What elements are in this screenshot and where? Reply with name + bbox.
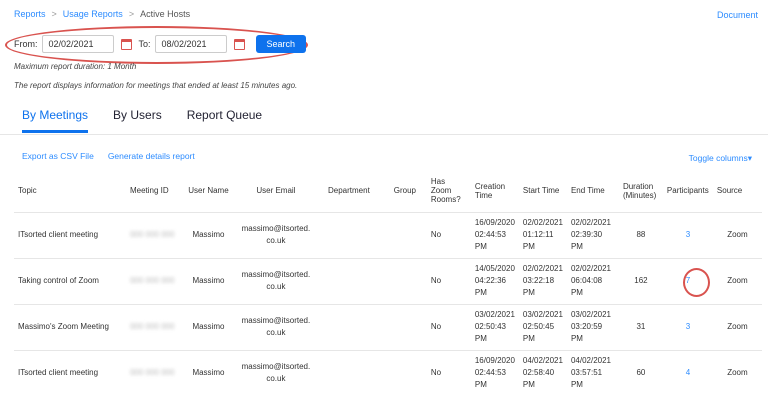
col-header: Duration (Minutes) — [622, 181, 657, 200]
source-cell: Zoom — [712, 211, 762, 258]
participants-link[interactable]: 4 — [662, 349, 713, 396]
breadcrumb-separator: > — [51, 9, 57, 19]
group-cell — [382, 349, 427, 396]
tab-report-queue[interactable]: Report Queue — [187, 108, 262, 133]
zoom-rooms-cell: No — [426, 303, 471, 350]
end-time-cell: 04/02/2021 03:57:51 PM — [566, 349, 619, 396]
topic-cell: ITsorted client meeting — [14, 211, 126, 258]
report-actions: Export as CSV File Generate details repo… — [22, 151, 195, 161]
col-header: Start Time — [522, 186, 560, 196]
participants-link[interactable]: 3 — [662, 211, 713, 258]
tab-by-users[interactable]: By Users — [113, 108, 162, 133]
end-time-cell: 02/02/2021 02:39:30 PM — [566, 211, 619, 258]
calendar-icon[interactable] — [233, 38, 245, 50]
search-button[interactable]: Search — [255, 35, 307, 53]
col-header: User Email — [256, 186, 296, 196]
email-cell: massimo@itsorted.co.uk — [236, 303, 315, 350]
breadcrumb: Reports > Usage Reports > Active Hosts — [14, 9, 190, 19]
breadcrumb-reports[interactable]: Reports — [14, 9, 46, 19]
toggle-columns-link[interactable]: Toggle columns▾ — [689, 153, 752, 164]
department-cell — [314, 349, 383, 396]
email-cell: massimo@itsorted.co.uk — [236, 211, 315, 258]
table-row: ITsorted client meeting 000 000 000 Mass… — [14, 211, 762, 258]
date-filter: From: 02/02/2021 To: 08/02/2021 Search — [14, 35, 307, 53]
col-header: Has Zoom Rooms? — [430, 177, 461, 205]
document-link[interactable]: Document — [717, 10, 758, 20]
duration-cell: 60 — [618, 349, 663, 396]
department-cell — [314, 211, 383, 258]
creation-time-cell: 16/09/2020 02:44:53 PM — [470, 349, 519, 396]
export-csv-link[interactable]: Export as CSV File — [22, 151, 94, 161]
group-cell — [382, 211, 427, 258]
email-cell: massimo@itsorted.co.uk — [236, 349, 315, 396]
creation-time-cell: 16/09/2020 02:44:53 PM — [470, 211, 519, 258]
to-label: To: — [138, 39, 151, 49]
email-cell: massimo@itsorted.co.uk — [236, 257, 315, 304]
calendar-icon[interactable] — [120, 38, 132, 50]
group-cell — [382, 257, 427, 304]
topic-cell: Taking control of Zoom — [14, 257, 126, 304]
table-header-row: Topic Meeting ID User Name User Email De… — [14, 170, 762, 212]
table-row: Taking control of Zoom 000 000 000 Massi… — [14, 257, 762, 304]
topic-cell: Massimo's Zoom Meeting — [14, 303, 126, 350]
to-date-input[interactable]: 08/02/2021 — [154, 35, 227, 53]
meeting-id-cell: 000 000 000 — [125, 257, 180, 304]
department-cell — [314, 257, 383, 304]
group-cell — [382, 303, 427, 350]
table-row: Massimo's Zoom Meeting 000 000 000 Massi… — [14, 303, 762, 350]
max-duration-note: Maximum report duration: 1 Month — [14, 62, 137, 71]
tab-by-meetings[interactable]: By Meetings — [22, 108, 89, 133]
table-row: ITsorted client meeting 000 000 000 Mass… — [14, 349, 762, 396]
start-time-cell: 03/02/2021 02:50:45 PM — [518, 303, 567, 350]
end-time-cell: 03/02/2021 03:20:59 PM — [566, 303, 619, 350]
col-header: User Name — [188, 186, 229, 196]
source-cell: Zoom — [712, 257, 762, 304]
source-cell: Zoom — [712, 349, 762, 396]
end-time-cell: 02/02/2021 06:04:08 PM — [566, 257, 619, 304]
breadcrumb-separator: > — [128, 9, 135, 19]
breadcrumb-usage-reports[interactable]: Usage Reports — [63, 9, 123, 19]
meetings-table: Topic Meeting ID User Name User Email De… — [14, 170, 762, 396]
from-date-input[interactable]: 02/02/2021 — [41, 35, 114, 53]
start-time-cell: 02/02/2021 01:12:11 PM — [518, 211, 567, 258]
meeting-id-cell: 000 000 000 — [125, 303, 180, 350]
user-name-cell: Massimo — [179, 303, 237, 350]
tabs-divider — [0, 134, 768, 135]
report-tabs: By Meetings By Users Report Queue — [22, 108, 262, 133]
col-header: Department — [328, 186, 370, 196]
col-header: End Time — [570, 186, 605, 196]
user-name-cell: Massimo — [179, 257, 237, 304]
creation-time-cell: 03/02/2021 02:50:43 PM — [470, 303, 519, 350]
generate-report-link[interactable]: Generate details report — [108, 151, 195, 161]
col-header: Participants — [666, 186, 709, 196]
participants-link[interactable]: 3 — [662, 303, 713, 350]
start-time-cell: 02/02/2021 03:22:18 PM — [518, 257, 567, 304]
breadcrumb-current: Active Hosts — [140, 9, 191, 19]
duration-cell: 162 — [618, 257, 663, 304]
col-header: Topic — [18, 186, 37, 196]
start-time-cell: 04/02/2021 02:58:40 PM — [518, 349, 567, 396]
col-header: Group — [393, 186, 416, 196]
col-header: Source — [716, 186, 743, 196]
source-cell: Zoom — [712, 303, 762, 350]
info-note: The report displays information for meet… — [14, 81, 298, 90]
from-label: From: — [14, 39, 38, 49]
zoom-rooms-cell: No — [426, 349, 471, 396]
duration-cell: 88 — [618, 211, 663, 258]
topic-cell: ITsorted client meeting — [14, 349, 126, 396]
zoom-rooms-cell: No — [426, 211, 471, 258]
meeting-id-cell: 000 000 000 — [125, 211, 180, 258]
meeting-id-cell: 000 000 000 — [125, 349, 180, 396]
col-header: Creation Time — [474, 181, 506, 200]
duration-cell: 31 — [618, 303, 663, 350]
department-cell — [314, 303, 383, 350]
col-header: Meeting ID — [129, 186, 169, 196]
creation-time-cell: 14/05/2020 04:22:36 PM — [470, 257, 519, 304]
user-name-cell: Massimo — [179, 349, 237, 396]
user-name-cell: Massimo — [179, 211, 237, 258]
highlight-circle — [683, 268, 710, 297]
zoom-rooms-cell: No — [426, 257, 471, 304]
